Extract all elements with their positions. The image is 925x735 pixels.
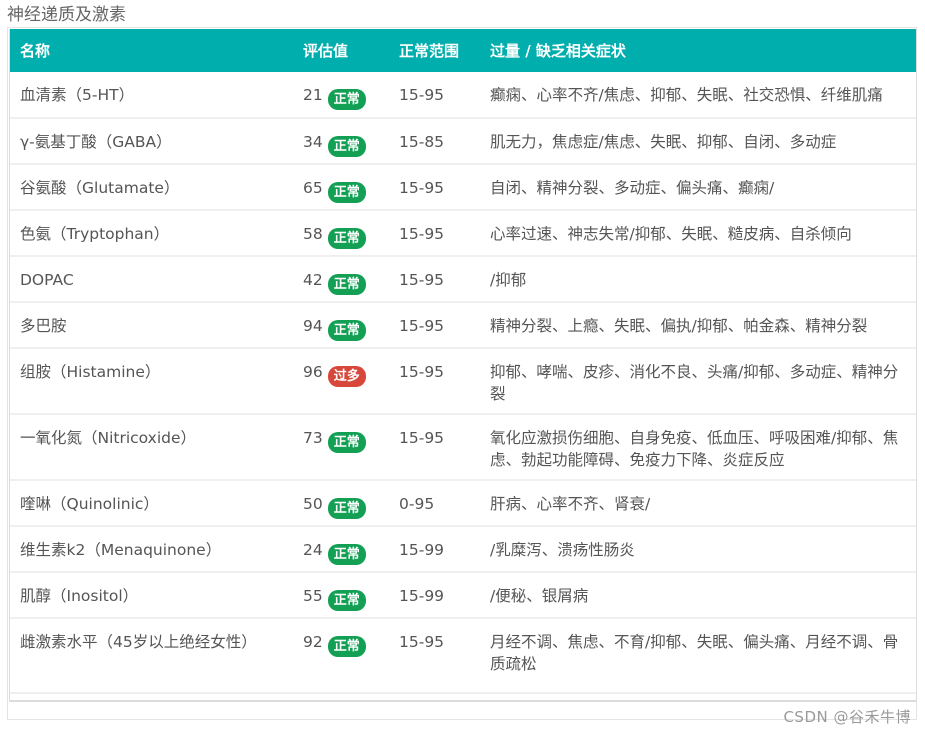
cell-range: 15-95: [399, 72, 490, 119]
cell-range: 15-95: [399, 348, 490, 415]
cell-symptoms: 自闭、精神分裂、多动症、偏头痛、癫痫/: [490, 164, 916, 211]
table-row: 色氨（Tryptophan） 58 正常 15-95 心率过速、神志失常/抑郁、失眠、糙…: [10, 210, 916, 257]
table-row: 组胺（Histamine） 96 过多 15-95 抑郁、哮喘、皮疹、消化不良、头痛/抑…: [10, 348, 916, 415]
value-number: 50: [303, 495, 323, 513]
cell-range: 15-95: [399, 414, 490, 481]
cell-name: 一氧化氮（Nitricoxide）: [10, 414, 303, 481]
value-number: 42: [303, 271, 323, 289]
cell-symptoms: 肌无力，焦虑症/焦虑、失眠、抑郁、自闭、多动症: [490, 118, 916, 165]
cell-symptoms: 癫痫、心率不齐/焦虑、抑郁、失眠、社交恐惧、纤维肌痛: [490, 72, 916, 119]
value-number: 94: [303, 317, 323, 335]
cell-range: 15-95: [399, 210, 490, 257]
cell-name: 组胺（Histamine）: [10, 348, 303, 415]
status-badge: 正常: [327, 274, 366, 295]
cell-value: 50 正常: [303, 480, 399, 527]
status-badge: 正常: [327, 636, 366, 657]
cell-name: 谷氨酸（Glutamate）: [10, 164, 303, 211]
value-number: 96: [303, 363, 323, 381]
value-number: 34: [303, 133, 323, 151]
cell-range: 15-95: [399, 164, 490, 211]
table-row: 维生素k2（Menaquinone） 24 正常 15-99/乳糜泻、溃疡性肠炎: [10, 526, 916, 573]
status-badge: 正常: [327, 89, 366, 110]
status-badge: 正常: [327, 320, 366, 341]
cell-value: 58 正常: [303, 210, 399, 257]
cell-range: 15-99: [399, 526, 490, 573]
cell-range: 15-85: [399, 118, 490, 165]
cell-symptoms: 精神分裂、上瘾、失眠、偏执/抑郁、帕金森、精神分裂: [490, 302, 916, 349]
table-row: 谷氨酸（Glutamate） 65 正常 15-95 自闭、精神分裂、多动症、偏头痛、癫…: [10, 164, 916, 211]
watermark: CSDN @谷禾牛博: [783, 708, 911, 726]
value-number: 65: [303, 179, 323, 197]
cell-range: 15-95: [399, 256, 490, 303]
status-badge: 正常: [327, 590, 366, 611]
table-row: DOPAC 42 正常 15-95/抑郁: [10, 256, 916, 303]
cell-name: 喹啉（Quinolinic）: [10, 480, 303, 527]
table-body: 血清素（5-HT） 21 正常 15-95 癫痫、心率不齐/焦虑、抑郁、失眠、社交恐惧、…: [10, 72, 916, 694]
status-badge: 正常: [327, 498, 366, 519]
header-symptoms: 过量 / 缺乏相关症状: [490, 42, 626, 60]
cell-range: 15-95: [399, 618, 490, 694]
cell-symptoms: 心率过速、神志失常/抑郁、失眠、糙皮病、自杀倾向: [490, 210, 916, 257]
status-badge: 正常: [327, 432, 366, 453]
cell-symptoms: /便秘、银屑病: [490, 572, 916, 619]
table-row: 血清素（5-HT） 21 正常 15-95 癫痫、心率不齐/焦虑、抑郁、失眠、社交恐惧、…: [10, 72, 916, 119]
cell-name: 雌激素水平（45岁以上绝经女性）: [10, 618, 303, 694]
table-row: 一氧化氮（Nitricoxide） 73 正常 15-95 氧化应激损伤细胞、自身免疫、…: [10, 414, 916, 481]
cell-name: γ-氨基丁酸（GABA）: [10, 118, 303, 165]
cell-value: 34 正常: [303, 118, 399, 165]
cell-symptoms: 氧化应激损伤细胞、自身免疫、低血压、呼吸困难/抑郁、焦虑、勃起功能障碍、免疫力下…: [490, 414, 916, 481]
status-badge: 正常: [327, 228, 366, 249]
cell-value: 65 正常: [303, 164, 399, 211]
cell-value: 21 正常: [303, 72, 399, 119]
cell-symptoms: 月经不调、焦虑、不育/抑郁、失眠、偏头痛、月经不调、骨质疏松: [490, 618, 916, 694]
value-number: 24: [303, 541, 323, 559]
status-badge: 正常: [327, 136, 366, 157]
cell-range: 15-95: [399, 302, 490, 349]
cell-value: 24 正常: [303, 526, 399, 573]
table-row: 多巴胺 94 正常 15-95 精神分裂、上瘾、失眠、偏执/抑郁、帕金森、精神分裂: [10, 302, 916, 349]
cell-value: 55 正常: [303, 572, 399, 619]
cell-value: 92 正常: [303, 618, 399, 694]
value-number: 21: [303, 86, 323, 104]
cell-range: 15-99: [399, 572, 490, 619]
cell-name: 色氨（Tryptophan）: [10, 210, 303, 257]
header-name: 名称: [20, 42, 51, 60]
status-badge: 正常: [327, 544, 366, 565]
value-number: 92: [303, 633, 323, 651]
cell-name: 肌醇（Inositol）: [10, 572, 303, 619]
table-header-row: 名称 评估值 正常范围 过量 / 缺乏相关症状: [10, 29, 916, 72]
table-row: γ-氨基丁酸（GABA） 34 正常 15-85 肌无力，焦虑症/焦虑、失眠、抑郁、自闭…: [10, 118, 916, 165]
cell-symptoms: /抑郁: [490, 256, 916, 303]
cell-symptoms: 肝病、心率不齐、肾衰/: [490, 480, 916, 527]
header-range: 正常范围: [399, 42, 460, 60]
table-row: 肌醇（Inositol） 55 正常 15-99/便秘、银屑病: [10, 572, 916, 619]
cell-value: 42 正常: [303, 256, 399, 303]
header-value: 评估值: [303, 42, 349, 60]
value-number: 55: [303, 587, 323, 605]
cell-symptoms: 抑郁、哮喘、皮疹、消化不良、头痛/抑郁、多动症、精神分裂: [490, 348, 916, 415]
neurotransmitter-table-container: 名称 评估值 正常范围 过量 / 缺乏相关症状 血清素（5-HT） 21 正常 15-…: [9, 29, 917, 702]
section-title: 神经递质及激素: [7, 5, 126, 25]
neurotransmitter-table: 名称 评估值 正常范围 过量 / 缺乏相关症状 血清素（5-HT） 21 正常 15-…: [10, 29, 916, 694]
table-row: 喹啉（Quinolinic） 50 正常 0-95 肝病、心率不齐、肾衰/: [10, 480, 916, 527]
cell-name: 维生素k2（Menaquinone）: [10, 526, 303, 573]
cell-value: 96 过多: [303, 348, 399, 415]
cell-name: DOPAC: [10, 256, 303, 303]
status-badge: 过多: [327, 366, 366, 387]
cell-value: 94 正常: [303, 302, 399, 349]
cell-name: 血清素（5-HT）: [10, 72, 303, 119]
value-number: 58: [303, 225, 323, 243]
cell-name: 多巴胺: [10, 302, 303, 349]
status-badge: 正常: [327, 182, 366, 203]
cell-range: 0-95: [399, 480, 490, 527]
cell-value: 73 正常: [303, 414, 399, 481]
cell-symptoms: /乳糜泻、溃疡性肠炎: [490, 526, 916, 573]
table-row: 雌激素水平（45岁以上绝经女性） 92 正常 15-95 月经不调、焦虑、不育/抑郁、失…: [10, 618, 916, 694]
value-number: 73: [303, 429, 323, 447]
